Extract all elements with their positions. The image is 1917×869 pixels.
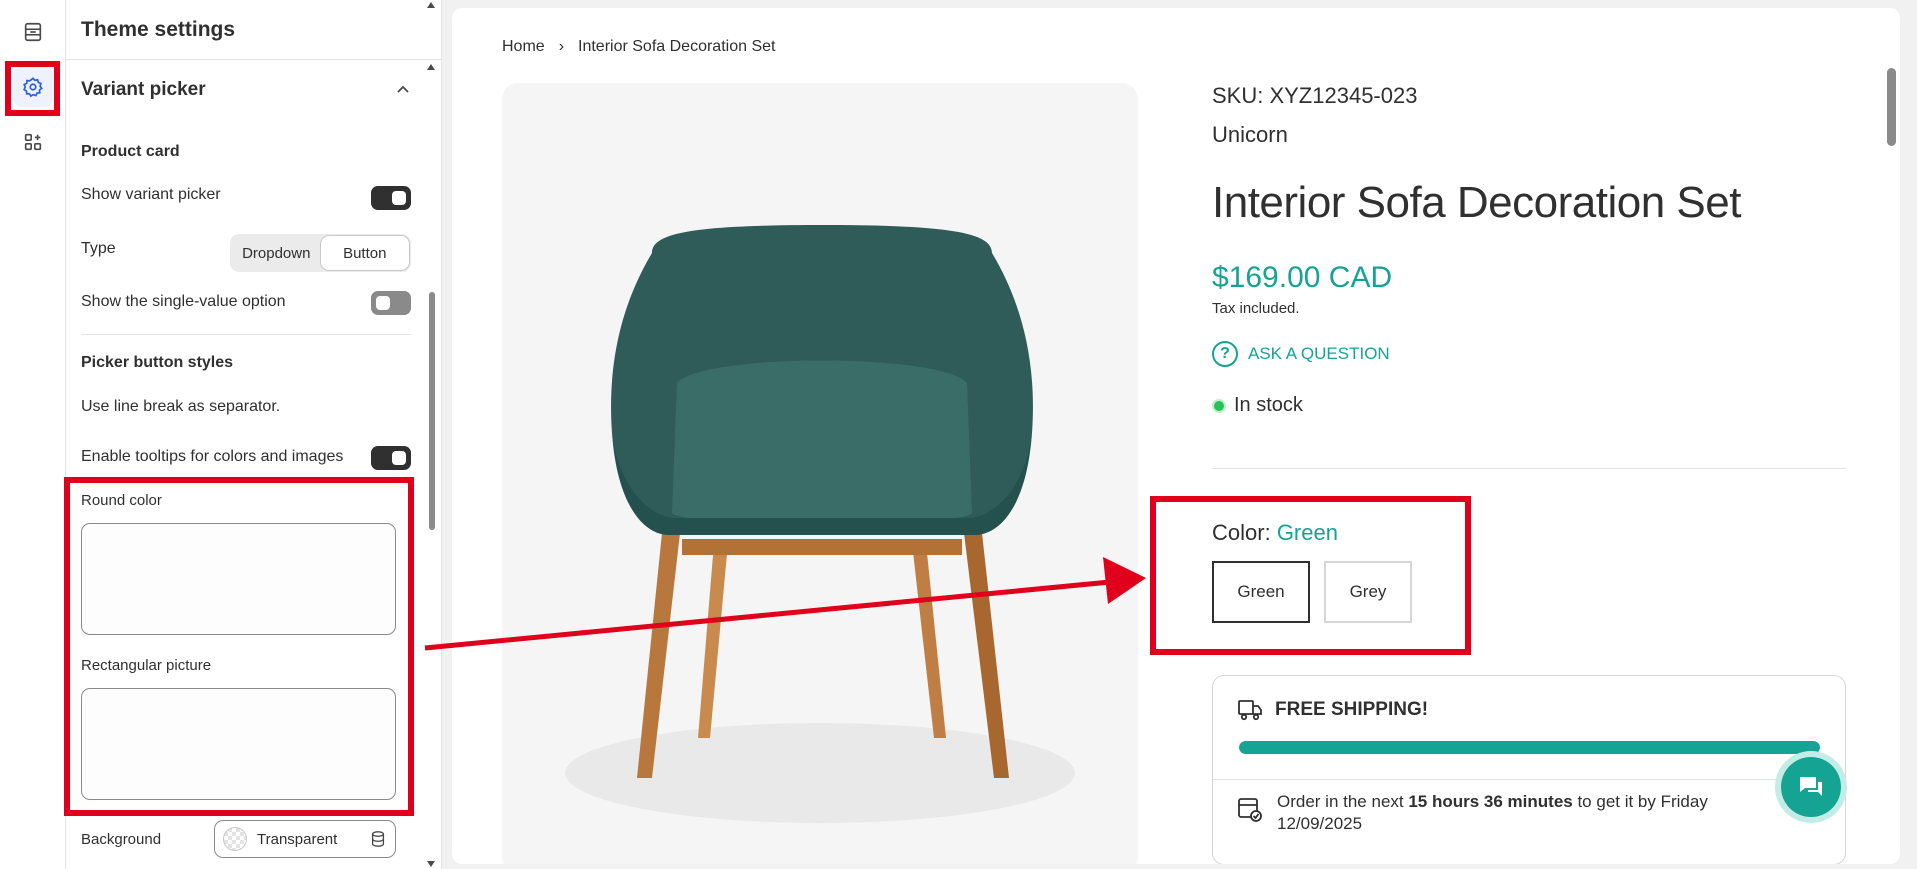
icon-rail [0,0,66,869]
product-title: Interior Sofa Decoration Set [1212,178,1741,227]
chevron-up-icon [397,85,409,93]
show-variant-picker-label: Show variant picker [81,186,221,203]
color-label: Color: [1212,520,1271,545]
database-icon[interactable] [369,830,387,848]
product-sku: SKU: XYZ12345-023 [1212,83,1418,108]
truck-icon [1238,700,1262,721]
rect-picture-label: Rectangular picture [81,657,212,674]
shipping-progress-bar [1239,741,1820,754]
tooltips-label: Enable tooltips for colors and images [81,448,344,465]
stock-label: In stock [1234,394,1303,416]
single-value-label: Show the single-value option [81,293,286,310]
transparent-swatch-icon [223,827,247,851]
sections-button[interactable] [13,12,53,52]
delivery-text: Order in the next 15 hours 36 minutes to… [1277,792,1708,833]
breadcrumb-current: Interior Sofa Decoration Set [578,38,776,55]
variant-picker-section-header[interactable]: Variant picker [81,77,411,103]
theme-settings-button[interactable] [13,67,53,107]
chair-image [565,225,1075,823]
picker-styles-heading: Picker button styles [81,354,234,371]
calendar-check-icon [1238,798,1262,822]
shipping-title: FREE SHIPPING! [1275,699,1429,720]
round-color-textarea[interactable] [81,523,396,635]
type-option-button[interactable]: Button [320,236,409,270]
color-option-grey[interactable]: Grey [1324,561,1412,623]
settings-panel: Theme settings Variant picker Product ca… [66,0,442,869]
apps-button[interactable] [13,122,53,162]
color-option-label: Color: Green [1212,520,1338,546]
apps-icon [24,133,42,151]
divider [1212,468,1846,469]
product-vendor[interactable]: Unicorn [1212,122,1288,148]
tax-note: Tax included. [1212,300,1300,317]
show-variant-picker-toggle[interactable] [371,186,411,210]
line-break-note: Use line break as separator. [81,398,281,415]
scroll-up-icon[interactable] [426,63,436,71]
breadcrumb-separator: › [558,38,565,55]
ask-question-label: ASK A QUESTION [1248,344,1390,363]
background-select[interactable]: Transparent [214,820,396,858]
breadcrumb-home[interactable]: Home [502,38,545,56]
type-row: Type Dropdown Button [81,234,411,272]
chat-button[interactable] [1775,751,1847,823]
question-icon: ? [1212,341,1238,367]
section-title: Variant picker [81,79,206,100]
panel-title: Theme settings [66,0,441,60]
color-option-green[interactable]: Green [1212,561,1310,623]
breadcrumb: Home › Interior Sofa Decoration Set [502,38,775,56]
gear-icon [23,77,43,98]
tooltips-toggle[interactable] [371,446,411,470]
shipping-header: FREE SHIPPING! [1237,698,1428,722]
type-label: Type [81,240,116,257]
store-preview: Home › Interior Sofa Decoration Set SKU:… [452,8,1900,864]
background-value: Transparent [257,830,338,848]
product-card-heading: Product card [81,143,180,160]
sections-icon [24,22,42,42]
delivery-estimate: Order in the next 15 hours 36 minutes to… [1237,791,1797,835]
divider [81,334,411,335]
chat-icon [1800,777,1822,796]
product-price: $169.00 CAD [1212,261,1393,294]
panel-scroll-thumb[interactable] [429,292,435,530]
scroll-up-icon[interactable] [426,1,436,9]
ask-question-link[interactable]: ? ASK A QUESTION [1212,341,1390,367]
in-stock-dot-icon [1212,398,1226,413]
single-value-row: Show the single-value option [81,291,411,317]
scroll-down-icon[interactable] [426,860,436,868]
preview-scroll-thumb[interactable] [1887,68,1896,146]
color-selected-value: Green [1276,520,1338,545]
rect-picture-textarea[interactable] [81,688,396,800]
round-color-label: Round color [81,492,162,509]
stock-status: In stock [1212,394,1303,417]
type-option-dropdown[interactable]: Dropdown [232,236,321,270]
type-segmented-control: Dropdown Button [230,234,411,272]
panel-scrollbar[interactable] [427,60,435,869]
single-value-toggle[interactable] [371,291,411,315]
tooltips-row: Enable tooltips for colors and images [81,446,411,472]
shipping-box: FREE SHIPPING! Order in the next 15 hour… [1212,675,1846,864]
show-variant-picker-row: Show variant picker [81,186,411,210]
product-image[interactable] [502,83,1138,864]
